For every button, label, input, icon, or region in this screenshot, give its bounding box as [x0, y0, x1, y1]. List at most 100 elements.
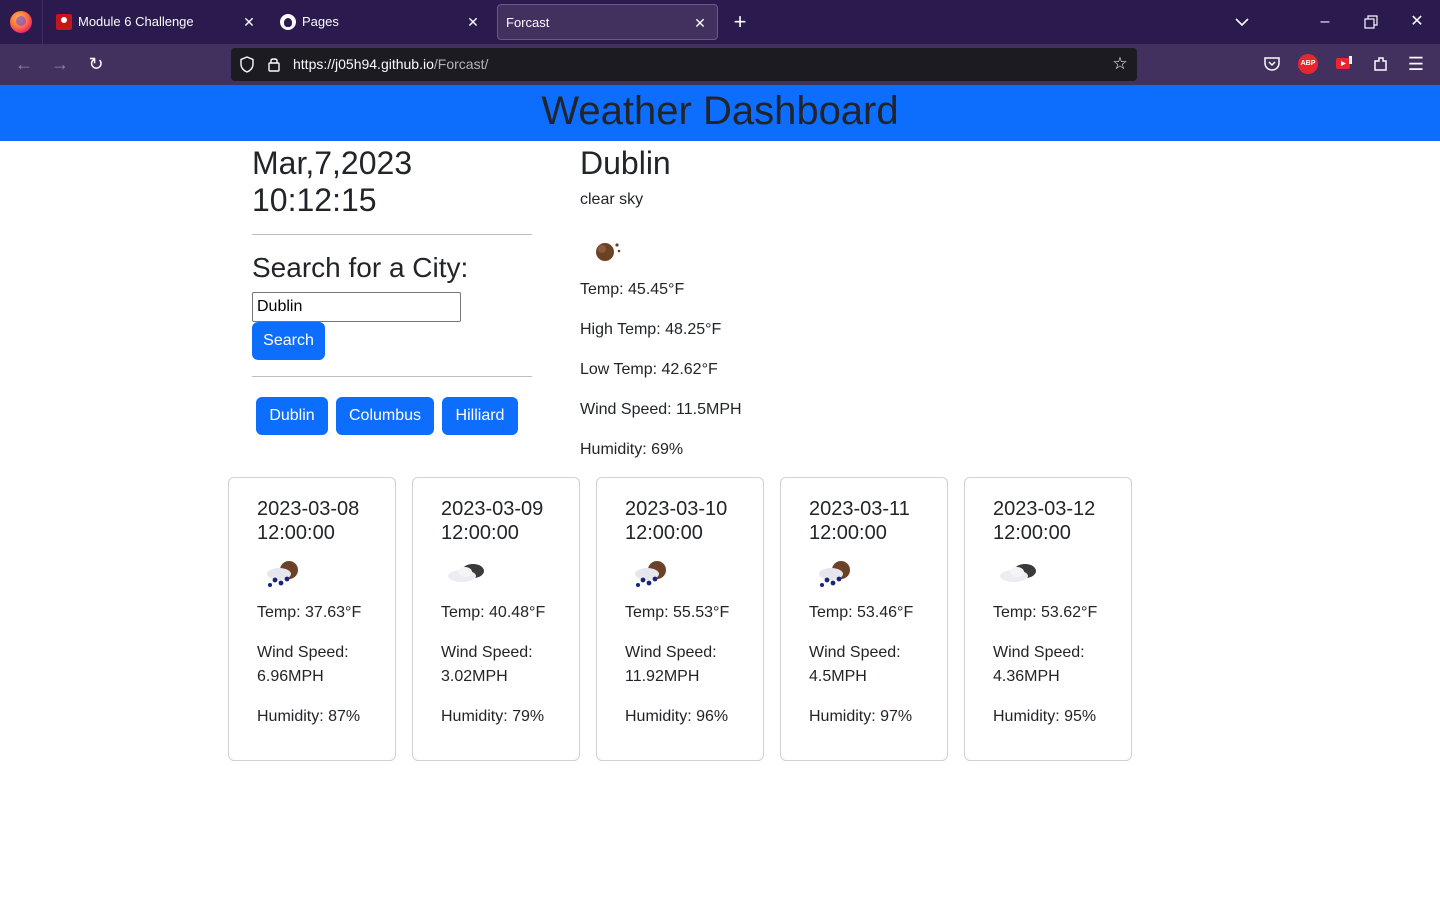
forecast-wind-value: 11.92MPH: [625, 668, 700, 685]
forecast-time: 12:00:00: [441, 522, 519, 544]
forecast-time: 12:00:00: [625, 522, 703, 544]
current-description: clear sky: [580, 191, 644, 208]
tab-title: Pages: [302, 14, 339, 29]
current-datetime: Mar,7,2023 10:12:15: [252, 145, 412, 219]
forecast-date: 2023-03-10 12:00:00: [625, 497, 727, 545]
current-high-temp: High Temp: 48.25°F: [580, 321, 722, 338]
minimize-icon[interactable]: –: [1314, 11, 1336, 33]
forecast-day: 2023-03-09: [441, 498, 544, 520]
github-icon: [280, 14, 296, 30]
current-temp: Temp: 45.45°F: [580, 281, 685, 298]
forecast-day: 2023-03-11: [809, 498, 910, 520]
forecast-time: 12:00:00: [257, 522, 335, 544]
cloud-icon: [448, 564, 484, 582]
tab-pages[interactable]: Pages ✕: [268, 4, 490, 40]
forecast-date: 2023-03-09 12:00:00: [441, 497, 543, 545]
tab-forcast[interactable]: Forcast ✕: [497, 4, 718, 40]
forecast-day: 2023-03-12: [993, 498, 1096, 520]
browser-tab-bar: Module 6 Challenge ✕ Pages ✕ Forcast ✕ +…: [0, 0, 1440, 44]
forecast-card: 2023-03-12 12:00:00 Temp: 53.62°F Wind S…: [964, 477, 1132, 761]
forecast-card: 2023-03-08 12:00:00 Temp: 37.63°F Wind S…: [228, 477, 396, 761]
current-wind-speed: Wind Speed: 11.5MPH: [580, 401, 742, 418]
divider: [252, 376, 532, 377]
close-icon[interactable]: ✕: [464, 13, 482, 31]
shield-icon[interactable]: [239, 56, 255, 73]
city-search-input[interactable]: [252, 292, 461, 322]
hamburger-menu-icon[interactable]: ☰: [1406, 54, 1426, 74]
tab-title: Module 6 Challenge: [78, 14, 194, 29]
clear-sky-icon: [596, 243, 621, 261]
forecast-humidity: Humidity: 87%: [257, 708, 361, 725]
forecast-wind-value: 4.36MPH: [993, 668, 1060, 685]
reload-icon[interactable]: ↻: [85, 53, 107, 75]
search-heading: Search for a City:: [252, 252, 469, 283]
close-icon[interactable]: ✕: [240, 13, 258, 31]
new-tab-icon[interactable]: +: [729, 11, 751, 33]
forecast-temp: Temp: 40.48°F: [441, 604, 546, 621]
pocket-icon[interactable]: [1262, 54, 1282, 74]
forecast-temp: Temp: 37.63°F: [257, 604, 362, 621]
lock-icon[interactable]: [267, 56, 281, 72]
firefox-icon[interactable]: [10, 11, 32, 33]
history-button-hilliard[interactable]: Hilliard: [442, 397, 518, 435]
url-path: /Forcast/: [433, 56, 489, 72]
history-button-dublin[interactable]: Dublin: [256, 397, 328, 435]
adblock-plus-icon[interactable]: ABP: [1298, 54, 1318, 74]
page-header: Weather Dashboard: [0, 85, 1440, 141]
forecast-wind-label: Wind Speed:: [993, 644, 1085, 661]
rain-icon: [635, 561, 666, 587]
window-close-icon[interactable]: ✕: [1406, 11, 1428, 33]
forecast-wind-value: 6.96MPH: [257, 668, 324, 685]
restore-icon[interactable]: [1360, 11, 1382, 33]
forecast-humidity: Humidity: 96%: [625, 708, 729, 725]
forecast-temp: Temp: 53.46°F: [809, 604, 914, 621]
forecast-card: 2023-03-11 12:00:00 Temp: 53.46°F Wind S…: [780, 477, 948, 761]
red-site-icon: [56, 14, 72, 30]
forecast-wind-label: Wind Speed:: [809, 644, 901, 661]
forecast-temp: Temp: 53.62°F: [993, 604, 1098, 621]
forecast-humidity: Humidity: 79%: [441, 708, 545, 725]
current-low-temp: Low Temp: 42.62°F: [580, 361, 718, 378]
page-title: Weather Dashboard: [541, 89, 899, 133]
forecast-date: 2023-03-12 12:00:00: [993, 497, 1095, 545]
search-button[interactable]: Search: [252, 322, 325, 360]
rain-icon: [819, 561, 850, 587]
forecast-humidity: Humidity: 97%: [809, 708, 913, 725]
history-button-columbus[interactable]: Columbus: [336, 397, 434, 435]
tab-module-6-challenge[interactable]: Module 6 Challenge ✕: [44, 4, 266, 40]
forecast-wind-label: Wind Speed:: [625, 644, 717, 661]
chevron-down-icon[interactable]: [1232, 12, 1252, 32]
forecast-time: 12:00:00: [809, 522, 887, 544]
forecast-humidity: Humidity: 95%: [993, 708, 1097, 725]
rain-icon: [267, 561, 298, 587]
current-city: Dublin: [580, 145, 671, 181]
forecast-date: 2023-03-11 12:00:00: [809, 497, 910, 545]
current-time: 10:12:15: [252, 182, 377, 218]
url-text[interactable]: https://j05h94.github.io/Forcast/: [293, 56, 488, 72]
forecast-card: 2023-03-09 12:00:00 Temp: 40.48°F Wind S…: [412, 477, 580, 761]
back-arrow-icon[interactable]: ←: [13, 53, 35, 75]
bookmark-star-icon[interactable]: ☆: [1111, 55, 1129, 73]
browser-nav-bar: ← → ↻ https://j05h94.github.io/Forcast/ …: [0, 44, 1440, 85]
forecast-time: 12:00:00: [993, 522, 1071, 544]
address-bar[interactable]: https://j05h94.github.io/Forcast/ ☆: [231, 48, 1137, 81]
cloud-icon: [1000, 564, 1036, 582]
forecast-day: 2023-03-08: [257, 498, 360, 520]
divider: [252, 234, 532, 235]
forecast-date: 2023-03-08 12:00:00: [257, 497, 359, 545]
forecast-day: 2023-03-10: [625, 498, 728, 520]
current-humidity: Humidity: 69%: [580, 441, 684, 458]
forecast-wind-label: Wind Speed:: [441, 644, 533, 661]
extensions-icon[interactable]: [1371, 54, 1391, 74]
close-icon[interactable]: ✕: [691, 14, 709, 32]
tab-title: Forcast: [506, 15, 550, 30]
tab-divider: [42, 0, 43, 44]
forecast-wind-label: Wind Speed:: [257, 644, 349, 661]
forward-arrow-icon[interactable]: →: [49, 53, 71, 75]
url-host: https://j05h94.github.io: [293, 56, 434, 72]
forecast-wind-value: 4.5MPH: [809, 668, 867, 685]
forecast-temp: Temp: 55.53°F: [625, 604, 730, 621]
forecast-wind-value: 3.02MPH: [441, 668, 508, 685]
youtube-extension-icon[interactable]: [1334, 54, 1354, 74]
forecast-card: 2023-03-10 12:00:00 Temp: 55.53°F Wind S…: [596, 477, 764, 761]
